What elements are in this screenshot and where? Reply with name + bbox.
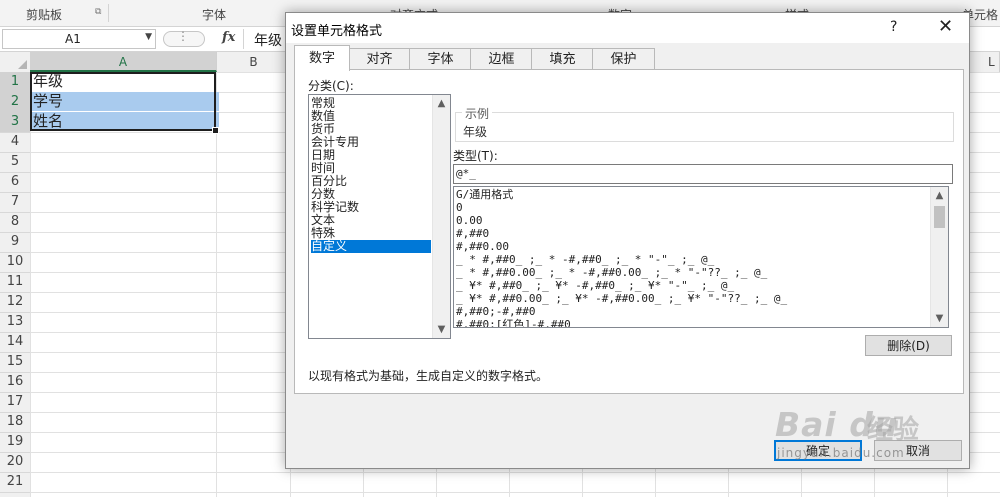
number-tab-panel: 分类(C): 常规 数值 货币 会计专用 日期 时间 百分比 分数 科学记数 文… <box>294 69 964 394</box>
dialog-launcher-icon[interactable]: ⧉ <box>95 7 101 17</box>
row-header[interactable]: 12 <box>0 292 30 313</box>
row-header[interactable]: 16 <box>0 372 30 393</box>
chevron-up-icon[interactable]: ▲ <box>931 187 948 204</box>
row-header[interactable]: 5 <box>0 152 30 173</box>
row-header[interactable]: 11 <box>0 272 30 293</box>
help-icon[interactable]: ? <box>890 19 897 35</box>
row-header[interactable]: 7 <box>0 192 30 213</box>
row-header[interactable]: 18 <box>0 412 30 433</box>
fill-handle[interactable] <box>212 127 219 134</box>
watermark-url: jingyan.baidu.com <box>777 446 905 460</box>
delete-button[interactable]: 删除(D) <box>865 335 952 356</box>
column-header-a[interactable]: A <box>30 52 217 72</box>
type-label: 类型(T): <box>453 149 498 163</box>
format-list-scrollbar[interactable]: ▲ ▼ <box>930 187 948 327</box>
format-code-item[interactable]: #,##0.00 <box>456 240 509 253</box>
category-label: 分类(C): <box>308 79 354 93</box>
format-code-item[interactable]: _ ¥* #,##0_ ;_ ¥* -#,##0_ ;_ ¥* "-"_ ;_ … <box>456 279 734 292</box>
type-input[interactable]: @*_ <box>453 164 953 184</box>
row-headers: 1 2 3 4 5 6 7 8 9 10 11 12 13 14 15 16 1… <box>0 72 31 497</box>
row-header[interactable]: 14 <box>0 332 30 353</box>
baidu-jingyan-watermark: Bai du 经验 jingyan.baidu.com <box>745 400 955 470</box>
chevron-up-icon[interactable]: ▲ <box>433 95 450 112</box>
row-header[interactable]: 21 <box>0 472 30 493</box>
name-box-value: A1 <box>65 32 81 46</box>
chevron-down-icon[interactable]: ▼ <box>931 310 948 327</box>
cell-a1[interactable]: 年级 <box>30 72 219 91</box>
format-code-item[interactable]: _ ¥* #,##0.00_ ;_ ¥* -#,##0.00_ ;_ ¥* "-… <box>456 292 787 305</box>
row-header[interactable]: 3 <box>0 112 30 133</box>
formula-bar-input[interactable]: 年级 <box>254 30 282 50</box>
ribbon-group-font: 字体 <box>202 8 227 22</box>
tab-fill[interactable]: 填充 <box>531 48 594 70</box>
row-header[interactable]: 9 <box>0 232 30 253</box>
ribbon-group-clipboard: 剪贴板 <box>26 8 63 22</box>
format-code-item[interactable]: #,##0;[红色]-#,##0 <box>456 318 571 327</box>
format-code-item[interactable]: #,##0 <box>456 227 489 240</box>
category-item-custom[interactable]: 自定义 <box>311 240 431 253</box>
select-all-button[interactable] <box>0 52 31 72</box>
row-header[interactable]: 19 <box>0 432 30 453</box>
tab-number[interactable]: 数字 <box>294 45 350 71</box>
format-description: 以现有格式为基础，生成自定义的数字格式。 <box>308 369 549 383</box>
watermark-brand-cn: 经验 <box>867 415 920 445</box>
tab-font[interactable]: 字体 <box>409 48 472 70</box>
tab-border[interactable]: 边框 <box>470 48 533 70</box>
format-code-item[interactable]: 0 <box>456 201 463 214</box>
insert-function-icon[interactable]: fx <box>222 30 235 45</box>
row-header[interactable]: 15 <box>0 352 30 373</box>
row-header[interactable]: 20 <box>0 452 30 473</box>
dialog-title: 设置单元格格式 <box>291 24 383 39</box>
scrollbar-thumb[interactable] <box>934 206 945 228</box>
column-header-b[interactable]: B <box>217 52 291 72</box>
close-icon[interactable]: ✕ <box>938 16 953 37</box>
format-code-item[interactable]: #,##0;-#,##0 <box>456 305 535 318</box>
category-listbox[interactable]: 常规 数值 货币 会计专用 日期 时间 百分比 分数 科学记数 文本 特殊 自定… <box>308 94 451 339</box>
dialog-titlebar[interactable]: 设置单元格格式 ? ✕ <box>286 13 969 43</box>
format-code-item[interactable]: G/通用格式 <box>456 188 513 201</box>
cell-a3[interactable]: 姓名 <box>30 112 219 131</box>
sample-groupbox <box>455 112 954 142</box>
ribbon-separator <box>108 4 109 22</box>
row-header[interactable]: 4 <box>0 132 30 153</box>
cell-a2[interactable]: 学号 <box>30 92 219 111</box>
name-box[interactable]: A1 ▼ <box>2 29 156 49</box>
format-code-listbox[interactable]: G/通用格式 0 0.00 #,##0 #,##0.00 _ * #,##0_ … <box>453 186 949 328</box>
category-scrollbar[interactable]: ▲ ▼ <box>432 95 450 338</box>
formula-bar-expand-handle[interactable]: ⋮ <box>163 29 205 47</box>
row-header[interactable]: 2 <box>0 92 30 113</box>
row-header[interactable]: 13 <box>0 312 30 333</box>
row-header[interactable]: 8 <box>0 212 30 233</box>
formula-bar-divider <box>243 29 244 49</box>
tab-alignment[interactable]: 对齐 <box>348 48 411 70</box>
gridline <box>216 72 217 497</box>
sample-value: 年级 <box>463 125 488 139</box>
chevron-down-icon[interactable]: ▼ <box>145 32 152 42</box>
format-code-item[interactable]: _ * #,##0_ ;_ * -#,##0_ ;_ * "-"_ ;_ @_ <box>456 253 714 266</box>
row-header[interactable]: 10 <box>0 252 30 273</box>
row-header[interactable]: 17 <box>0 392 30 413</box>
tab-protection[interactable]: 保护 <box>592 48 655 70</box>
sample-label: 示例 <box>462 105 493 122</box>
row-header[interactable]: 1 <box>0 72 30 93</box>
format-code-item[interactable]: _ * #,##0.00_ ;_ * -#,##0.00_ ;_ * "-"??… <box>456 266 767 279</box>
chevron-down-icon[interactable]: ▼ <box>433 321 450 338</box>
format-code-item[interactable]: 0.00 <box>456 214 483 227</box>
row-header[interactable]: 6 <box>0 172 30 193</box>
